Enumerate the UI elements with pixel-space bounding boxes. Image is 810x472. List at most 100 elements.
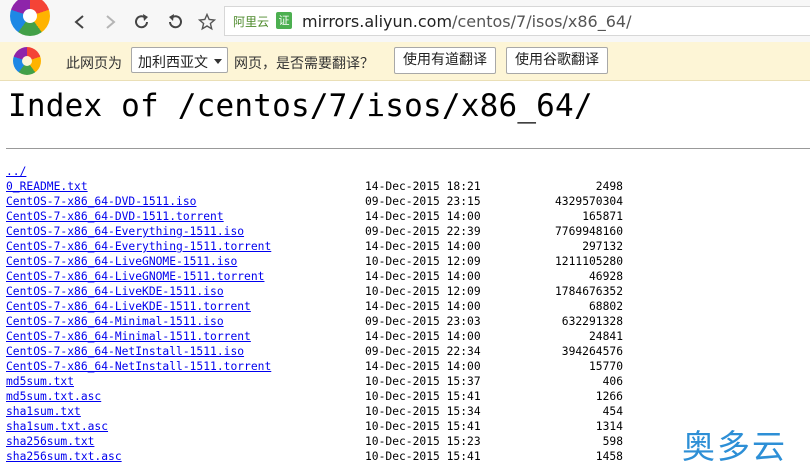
file-date: 14-Dec-2015 14:00	[365, 330, 481, 343]
watermark-text: 奥多云	[682, 427, 787, 466]
translate-logo-icon	[13, 47, 41, 75]
file-link[interactable]: CentOS-7-x86_64-Everything-1511.iso	[6, 224, 244, 239]
google-translate-button[interactable]: 使用谷歌翻译	[506, 47, 608, 74]
file-link[interactable]: sha256sum.txt.asc	[6, 449, 122, 464]
file-date: 09-Dec-2015 22:39	[365, 225, 481, 238]
address-bar[interactable]: 阿里云 证 mirrors.aliyun.com/centos/7/isos/x…	[224, 6, 810, 36]
youdao-translate-button[interactable]: 使用有道翻译	[394, 47, 496, 74]
file-date: 10-Dec-2015 15:41	[365, 420, 481, 433]
file-size: 1784676352	[554, 285, 623, 298]
file-date: 14-Dec-2015 14:00	[365, 270, 481, 283]
list-item: CentOS-7-x86_64-DVD-1511.torrent 14-Dec-2…	[6, 209, 646, 224]
file-size: 454	[602, 405, 623, 418]
file-size: 68802	[588, 300, 623, 313]
file-link[interactable]: CentOS-7-x86_64-Everything-1511.torrent	[6, 239, 271, 254]
file-link[interactable]: sha1sum.txt	[6, 404, 81, 419]
file-date: 14-Dec-2015 14:00	[365, 240, 481, 253]
file-date: 10-Dec-2015 15:23	[365, 435, 481, 448]
list-item: md5sum.txt 10-Dec-2015 15:37 406	[6, 374, 646, 389]
list-item: CentOS-7-x86_64-LiveKDE-1511.torrent 14-D…	[6, 299, 646, 314]
file-date: 14-Dec-2015 14:00	[365, 360, 481, 373]
file-link[interactable]: CentOS-7-x86_64-LiveKDE-1511.iso	[6, 284, 224, 299]
file-link[interactable]: CentOS-7-x86_64-Minimal-1511.iso	[6, 314, 224, 329]
file-link[interactable]: md5sum.txt	[6, 374, 74, 389]
file-size: 1266	[595, 390, 623, 403]
file-date: 10-Dec-2015 15:41	[365, 450, 481, 463]
file-link[interactable]: CentOS-7-x86_64-Minimal-1511.torrent	[6, 329, 251, 344]
list-item: CentOS-7-x86_64-Everything-1511.iso 09-De…	[6, 224, 646, 239]
undo-button[interactable]	[164, 11, 186, 33]
file-date: 10-Dec-2015 12:09	[365, 285, 481, 298]
list-item: CentOS-7-x86_64-Minimal-1511.torrent 14-D…	[6, 329, 646, 344]
page-title: Index of /centos/7/isos/x86_64/	[8, 88, 593, 124]
file-link[interactable]: sha1sum.txt.asc	[6, 419, 108, 434]
list-item: CentOS-7-x86_64-Minimal-1511.iso 09-Dec-2…	[6, 314, 646, 329]
reload-icon	[135, 14, 148, 29]
file-link[interactable]: CentOS-7-x86_64-DVD-1511.torrent	[6, 209, 224, 224]
undo-icon	[169, 14, 182, 29]
file-size: 1458	[595, 450, 623, 463]
file-date: 10-Dec-2015 12:09	[365, 255, 481, 268]
chevron-left-icon	[74, 15, 84, 29]
list-item: sha1sum.txt 10-Dec-2015 15:34 454	[6, 404, 646, 419]
parent-directory-link[interactable]: ../	[6, 164, 26, 179]
caret-down-icon	[214, 59, 222, 64]
file-date: 09-Dec-2015 22:34	[365, 345, 481, 358]
star-icon	[198, 13, 216, 31]
file-listing: ../ 0_README.txt 14-Dec-2015 18:21 2498 Cen…	[6, 164, 646, 464]
file-link[interactable]: sha256sum.txt	[6, 434, 94, 449]
chevron-right-icon	[106, 15, 116, 29]
file-size: 7769948160	[554, 225, 623, 238]
list-item-parent: ../	[6, 164, 646, 179]
list-item: CentOS-7-x86_64-LiveGNOME-1511.iso 10-Dec…	[6, 254, 646, 269]
certificate-icon[interactable]: 证	[276, 12, 292, 29]
browser-toolbar: 阿里云 证 mirrors.aliyun.com/centos/7/isos/x…	[0, 0, 810, 43]
file-size: 297132	[582, 240, 623, 253]
list-item: md5sum.txt.asc 10-Dec-2015 15:41 1266	[6, 389, 646, 404]
file-size: 406	[602, 375, 623, 388]
browser-logo-icon[interactable]	[10, 0, 50, 36]
language-select-value: 加利西亚文	[138, 55, 208, 71]
list-item: CentOS-7-x86_64-NetInstall-1511.torrent 1…	[6, 359, 646, 374]
file-date: 10-Dec-2015 15:37	[365, 375, 481, 388]
file-size: 4329570304	[554, 195, 623, 208]
title-divider	[6, 148, 810, 149]
translate-prompt-prefix: 此网页为	[66, 56, 122, 72]
file-date: 09-Dec-2015 23:15	[365, 195, 481, 208]
file-link[interactable]: CentOS-7-x86_64-LiveGNOME-1511.torrent	[6, 269, 264, 284]
file-link[interactable]: CentOS-7-x86_64-LiveGNOME-1511.iso	[6, 254, 237, 269]
reload-button[interactable]	[131, 11, 153, 33]
list-item: CentOS-7-x86_64-NetInstall-1511.iso 09-De…	[6, 344, 646, 359]
bookmark-button[interactable]	[196, 11, 218, 33]
file-link[interactable]: CentOS-7-x86_64-LiveKDE-1511.torrent	[6, 299, 251, 314]
url-host: mirrors.aliyun.com	[302, 12, 453, 31]
file-size: 24841	[588, 330, 623, 343]
file-date: 14-Dec-2015 14:00	[365, 300, 481, 313]
list-item: CentOS-7-x86_64-Everything-1511.torrent 1…	[6, 239, 646, 254]
url-path: /centos/7/isos/x86_64/	[452, 12, 632, 31]
file-date: 10-Dec-2015 15:41	[365, 390, 481, 403]
list-item: CentOS-7-x86_64-LiveKDE-1511.iso 10-Dec-2…	[6, 284, 646, 299]
file-size: 394264576	[561, 345, 623, 358]
forward-button[interactable]	[99, 11, 121, 33]
file-size: 1211105280	[554, 255, 623, 268]
list-item: CentOS-7-x86_64-LiveGNOME-1511.torrent 14…	[6, 269, 646, 284]
file-link[interactable]: 0_README.txt	[6, 179, 88, 194]
file-size: 15770	[588, 360, 623, 373]
file-link[interactable]: CentOS-7-x86_64-DVD-1511.iso	[6, 194, 196, 209]
file-link[interactable]: CentOS-7-x86_64-NetInstall-1511.iso	[6, 344, 244, 359]
file-link[interactable]: md5sum.txt.asc	[6, 389, 101, 404]
url-text[interactable]: mirrors.aliyun.com/centos/7/isos/x86_64/	[302, 12, 631, 31]
file-size: 46928	[588, 270, 623, 283]
file-size: 598	[602, 435, 623, 448]
file-size: 165871	[582, 210, 623, 223]
translate-prompt-suffix: 网页，是否需要翻译？	[234, 56, 374, 72]
file-rows: 0_README.txt 14-Dec-2015 18:21 2498 CentOS-…	[6, 179, 646, 464]
file-link[interactable]: CentOS-7-x86_64-NetInstall-1511.torrent	[6, 359, 271, 374]
list-item: sha1sum.txt.asc 10-Dec-2015 15:41 1314	[6, 419, 646, 434]
list-item: CentOS-7-x86_64-DVD-1511.iso 09-Dec-2015 …	[6, 194, 646, 209]
back-button[interactable]	[69, 11, 91, 33]
file-date: 09-Dec-2015 23:03	[365, 315, 481, 328]
language-select[interactable]: 加利西亚文	[131, 47, 228, 73]
list-item: sha256sum.txt 10-Dec-2015 15:23 598	[6, 434, 646, 449]
